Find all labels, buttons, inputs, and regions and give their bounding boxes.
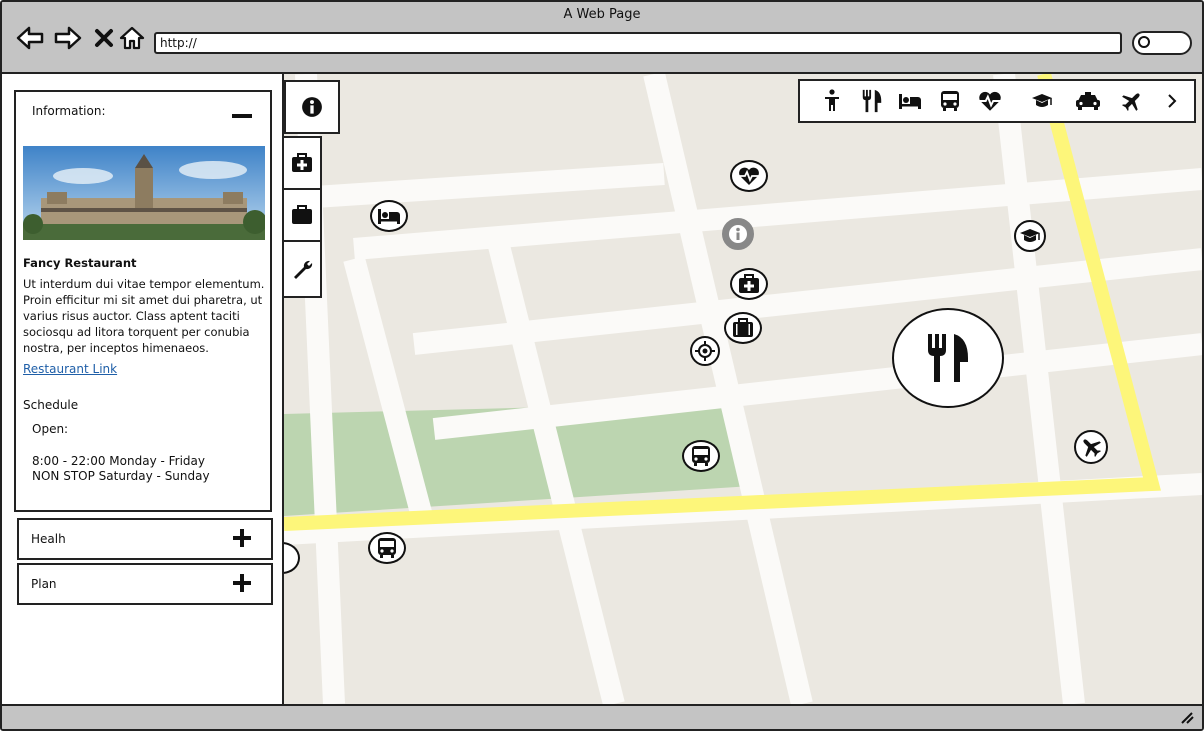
filter-hotel-button[interactable]	[896, 87, 924, 115]
place-description: Ut interdum dui vitae tempor elementum. …	[23, 277, 265, 355]
health-section-label: Healh	[31, 532, 66, 546]
browser-window: A Web Page http:// Information: Fancy Re…	[0, 0, 1204, 731]
title-bar: A Web Page http://	[2, 2, 1202, 74]
filter-airport-button[interactable]	[1118, 87, 1146, 115]
search-icon	[1138, 36, 1150, 48]
filter-taxi-button[interactable]	[1074, 87, 1102, 115]
health-section[interactable]: Healh	[17, 518, 273, 560]
bus-icon	[941, 91, 959, 111]
restaurant-link[interactable]: Restaurant Link	[23, 362, 117, 376]
first-aid-icon	[739, 274, 759, 293]
heartbeat-icon	[978, 91, 1002, 111]
search-field[interactable]	[1132, 31, 1192, 55]
briefcase-icon	[292, 205, 312, 224]
restaurant-photo	[23, 146, 265, 240]
tab-health[interactable]	[284, 136, 322, 190]
selected-restaurant-marker[interactable]	[892, 308, 1004, 408]
map-view[interactable]	[284, 74, 1202, 704]
airport-marker[interactable]	[1074, 430, 1108, 464]
place-name: Fancy Restaurant	[23, 256, 137, 270]
first-aid-marker[interactable]	[730, 268, 768, 300]
resize-grip-icon[interactable]	[1180, 712, 1194, 724]
hotel-marker[interactable]	[370, 200, 408, 232]
forward-button[interactable]	[54, 24, 82, 52]
person-icon	[825, 89, 839, 111]
bus-marker[interactable]	[682, 440, 720, 472]
expand-icon[interactable]	[233, 529, 251, 547]
plan-section[interactable]: Plan	[17, 563, 273, 605]
back-button[interactable]	[16, 24, 44, 52]
filter-people-button[interactable]	[818, 87, 846, 115]
stop-button[interactable]	[90, 24, 118, 52]
collapse-button[interactable]	[232, 114, 252, 118]
info-icon	[729, 225, 747, 243]
filter-restaurant-button[interactable]	[858, 87, 886, 115]
open-label: Open:	[32, 422, 69, 436]
arrow-left-icon	[16, 26, 44, 50]
tab-info[interactable]	[284, 80, 340, 134]
expand-icon[interactable]	[233, 574, 251, 592]
filter-education-button[interactable]	[1028, 87, 1056, 115]
education-marker[interactable]	[1014, 220, 1046, 252]
first-aid-icon	[292, 153, 312, 172]
plan-section-label: Plan	[31, 577, 57, 591]
sidebar: Information: Fancy Restaurant Ut interdu…	[2, 74, 284, 704]
bus-marker-2[interactable]	[368, 532, 406, 564]
arrow-right-icon	[54, 26, 82, 50]
tab-tools[interactable]	[284, 240, 322, 298]
chevron-right-icon	[1168, 94, 1177, 108]
opening-hours: 8:00 - 22:00 Monday - Friday NON STOP Sa…	[32, 454, 210, 484]
window-title: A Web Page	[563, 7, 641, 22]
health-marker[interactable]	[730, 160, 768, 192]
panel-header: Information:	[32, 104, 106, 118]
locate-me-marker[interactable]	[690, 336, 720, 366]
restaurant-icon	[862, 89, 882, 113]
crosshair-icon	[695, 341, 715, 361]
tab-business[interactable]	[284, 188, 322, 242]
address-bar[interactable]: http://	[154, 32, 1122, 54]
home-button[interactable]	[118, 24, 146, 52]
info-marker[interactable]	[722, 218, 754, 250]
filter-bus-button[interactable]	[936, 87, 964, 115]
category-toolbar	[798, 79, 1196, 123]
restaurant-icon	[928, 334, 968, 382]
status-bar	[2, 704, 1202, 729]
filter-health-button[interactable]	[976, 87, 1004, 115]
briefcase-icon	[733, 318, 753, 337]
hours-weekdays: 8:00 - 22:00 Monday - Friday	[32, 454, 206, 468]
hours-weekend: NON STOP Saturday - Sunday	[32, 469, 210, 483]
heartbeat-icon	[738, 167, 760, 185]
plane-icon	[1122, 93, 1140, 111]
toolbar-next-button[interactable]	[1158, 87, 1186, 115]
taxi-icon	[1076, 92, 1100, 110]
info-icon	[302, 97, 322, 117]
schedule-heading: Schedule	[23, 398, 79, 412]
graduation-cap-icon	[1020, 229, 1040, 242]
graduation-cap-icon	[1032, 94, 1052, 107]
bed-icon	[899, 94, 921, 109]
plane-icon	[1083, 439, 1101, 457]
bus-icon	[378, 538, 396, 558]
business-marker[interactable]	[724, 312, 762, 344]
bus-icon	[692, 446, 710, 466]
wrench-icon	[294, 260, 313, 279]
bed-icon	[378, 209, 400, 224]
close-icon	[95, 29, 113, 47]
information-panel: Information: Fancy Restaurant Ut interdu…	[14, 90, 272, 512]
home-icon	[119, 26, 145, 50]
